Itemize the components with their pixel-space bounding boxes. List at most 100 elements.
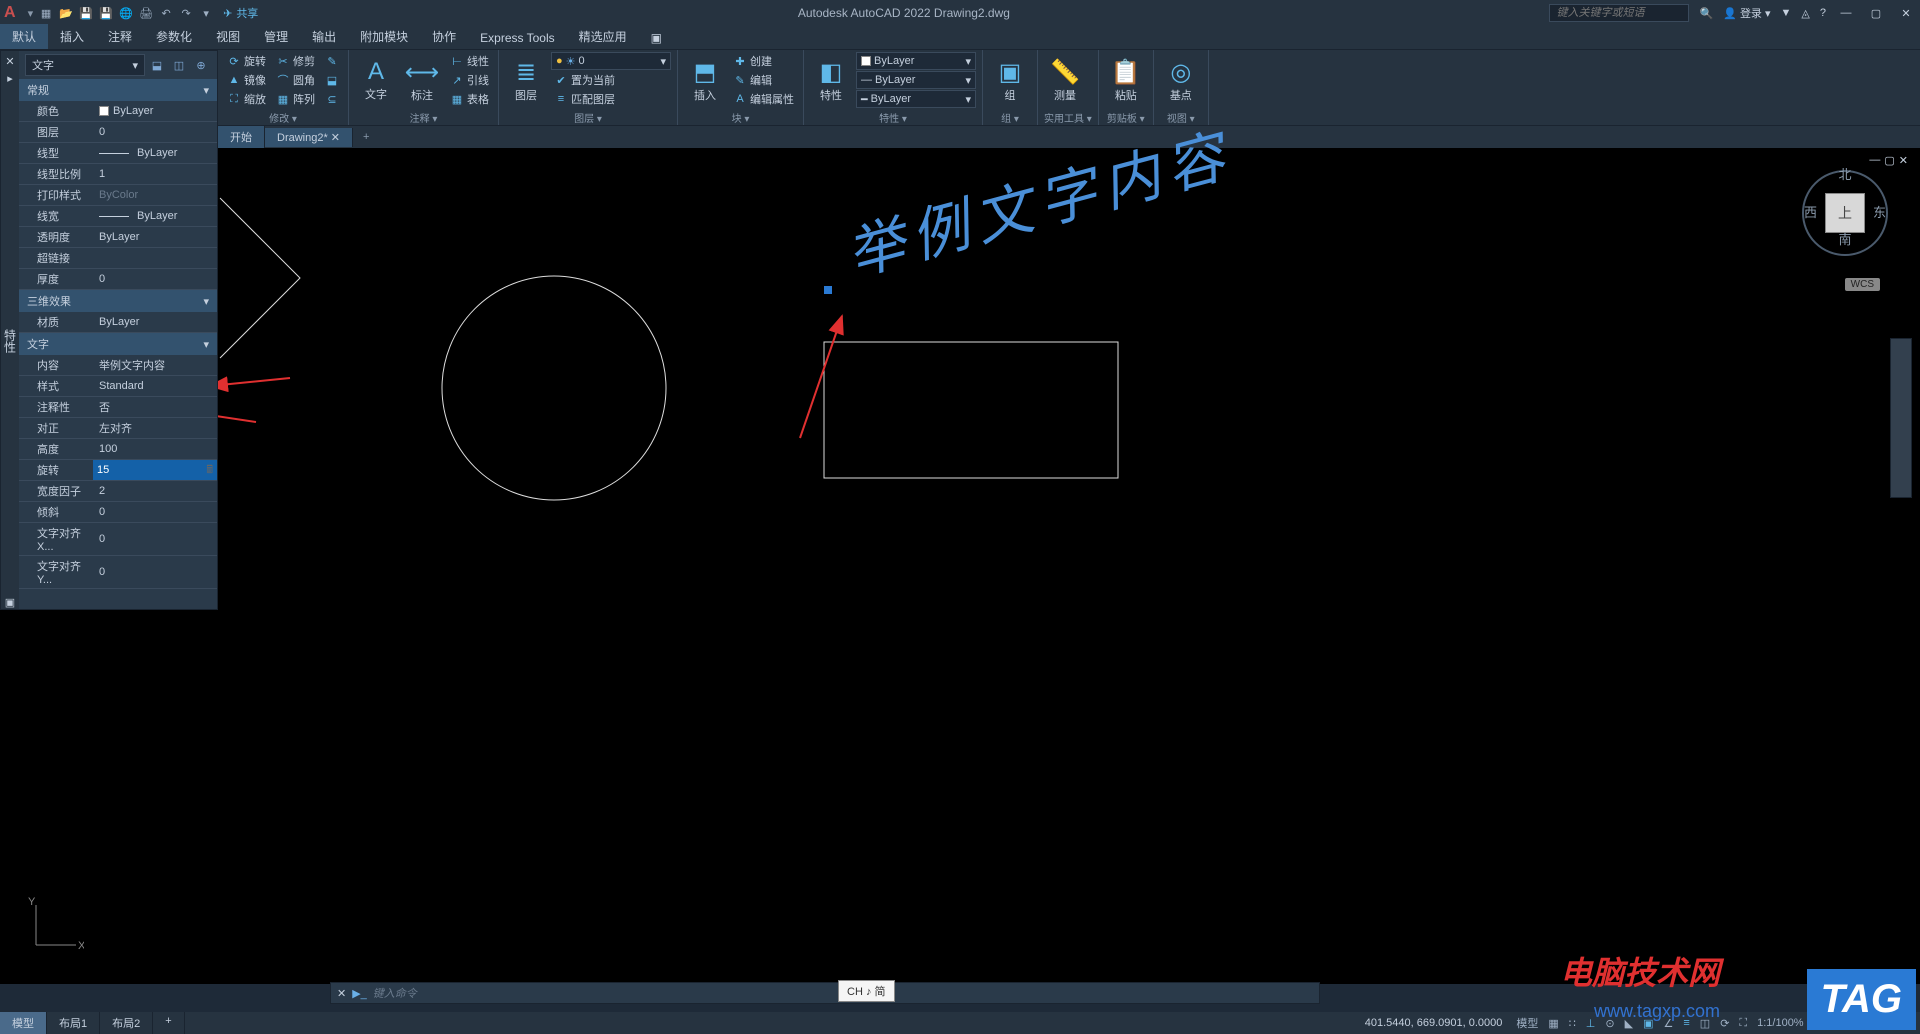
tab-model[interactable]: 模型 (0, 1012, 47, 1034)
autodesk-app-icon[interactable]: ▼ (1781, 7, 1792, 19)
prop-style[interactable]: 样式Standard (19, 376, 217, 397)
prop-contents[interactable]: 内容举例文字内容 (19, 355, 217, 376)
minimize-button[interactable]: — (1836, 3, 1856, 23)
prop-linetype[interactable]: 线型ByLayer (19, 143, 217, 164)
prop-ltscale[interactable]: 线型比例1 (19, 164, 217, 185)
qat-more-icon[interactable]: ▾ (197, 4, 215, 22)
search-input[interactable] (1549, 4, 1689, 22)
layer-dropdown[interactable]: ●☀0▾ (551, 52, 671, 70)
filetab-start[interactable]: 开始 (218, 126, 265, 148)
measure-button[interactable]: 📏测量 (1044, 52, 1086, 108)
lineweight-dropdown[interactable]: ━ByLayer▾ (856, 90, 976, 108)
edit-button[interactable]: ✎ (322, 52, 342, 70)
basepoint-button[interactable]: ◎基点 (1160, 52, 1202, 108)
tab-collab[interactable]: 协作 (420, 24, 468, 49)
prop-justify[interactable]: 对正左对齐 (19, 418, 217, 439)
calculator-icon[interactable]: 🖩 (206, 461, 213, 480)
prop-transparency[interactable]: 透明度ByLayer (19, 227, 217, 248)
table-button[interactable]: ▦表格 (447, 90, 492, 108)
section-text[interactable]: 文字▾ (19, 333, 217, 355)
prop-layer[interactable]: 图层0 (19, 122, 217, 143)
editattr-button[interactable]: A编辑属性 (730, 90, 797, 108)
command-line[interactable]: ✕ ▶_ 键入命令 (330, 982, 1320, 1004)
autodesk-logo-icon[interactable]: ◬ (1801, 7, 1809, 20)
filetab-drawing[interactable]: Drawing2* ✕ (265, 128, 353, 147)
open-icon[interactable]: 📂 (57, 4, 75, 22)
cmdline-chevron-icon[interactable]: ▶_ (352, 987, 367, 1000)
snap-icon[interactable]: ∷ (1565, 1015, 1580, 1032)
selectobj-icon[interactable]: ◫ (169, 55, 189, 75)
scale-button[interactable]: ⛶缩放 (224, 90, 269, 108)
maximize-button[interactable]: ▢ (1866, 3, 1886, 23)
editblock-button[interactable]: ✎编辑 (730, 71, 797, 89)
search-icon[interactable]: 🔍 (1699, 7, 1713, 20)
prop-oblique[interactable]: 倾斜0 (19, 502, 217, 523)
array-button[interactable]: ▦阵列 (273, 90, 318, 108)
prop-lineweight[interactable]: 线宽ByLayer (19, 206, 217, 227)
tab-launcher-icon[interactable]: ▣ (639, 27, 674, 49)
object-type-selector[interactable]: 文字▾ (25, 54, 145, 76)
zoom-readout[interactable]: 1:1/100% (1753, 1015, 1807, 1031)
tab-express[interactable]: Express Tools (468, 27, 566, 49)
prop-thickness[interactable]: 厚度0 (19, 269, 217, 290)
leader-button[interactable]: ↗引线 (447, 71, 492, 89)
explode-button[interactable]: ⬓ (322, 71, 342, 89)
share-button[interactable]: ✈ 共享 (223, 5, 258, 21)
matchlayer-button[interactable]: ≡匹配图层 (551, 90, 671, 108)
plot-icon[interactable]: 🖨 (137, 4, 155, 22)
selection-grip[interactable] (824, 286, 832, 294)
text-button[interactable]: A文字 (355, 52, 397, 108)
prop-hyperlink[interactable]: 超链接 (19, 248, 217, 269)
tab-parametric[interactable]: 参数化 (144, 24, 204, 49)
matchprops-button[interactable]: ◧特性 (810, 52, 852, 108)
prop-alignx[interactable]: 文字对齐 X...0 (19, 523, 217, 556)
pin-palette-icon[interactable]: ▸ (7, 72, 13, 85)
prop-widthfactor[interactable]: 宽度因子2 (19, 481, 217, 502)
undo-icon[interactable]: ↶ (157, 4, 175, 22)
grid-icon[interactable]: ▦ (1544, 1015, 1562, 1032)
drawing-canvas[interactable]: — ▢ ✕ 北 南 西 东 上 WCS 举例文字内容 YX (0, 148, 1920, 984)
modelspace-button[interactable]: 模型 (1512, 1013, 1542, 1033)
tab-view[interactable]: 视图 (204, 24, 252, 49)
insert-button[interactable]: ⬒插入 (684, 52, 726, 108)
setcurrent-button[interactable]: ✔置为当前 (551, 71, 671, 89)
section-3d[interactable]: 三维效果▾ (19, 290, 217, 312)
close-button[interactable]: ✕ (1896, 3, 1916, 23)
tab-layout1[interactable]: 布局1 (47, 1012, 100, 1034)
create-button[interactable]: ✚创建 (730, 52, 797, 70)
color-dropdown[interactable]: ByLayer▾ (856, 52, 976, 70)
linear-button[interactable]: ⊢线性 (447, 52, 492, 70)
prop-plotstyle[interactable]: 打印样式ByColor (19, 185, 217, 206)
prop-rotation[interactable]: 旋转15🖩 (19, 460, 217, 481)
tab-manage[interactable]: 管理 (252, 24, 300, 49)
close-palette-icon[interactable]: ✕ (5, 55, 14, 68)
fillet-button[interactable]: ⌒圆角 (273, 71, 318, 89)
tab-insert[interactable]: 插入 (48, 24, 96, 49)
help-icon[interactable]: ? (1820, 7, 1826, 19)
web-icon[interactable]: 🌐 (117, 4, 135, 22)
rotate-button[interactable]: ⟳旋转 (224, 52, 269, 70)
trim-button[interactable]: ✂修剪 (273, 52, 318, 70)
new-icon[interactable]: ▦ (37, 4, 55, 22)
tab-addins[interactable]: 附加模块 (348, 24, 420, 49)
palette-settings-icon[interactable]: ▣ (5, 596, 15, 609)
paste-button[interactable]: 📋粘贴 (1105, 52, 1147, 108)
prop-annotative[interactable]: 注释性否 (19, 397, 217, 418)
group-button[interactable]: ▣组 (989, 52, 1031, 108)
prop-color[interactable]: 颜色ByLayer (19, 101, 217, 122)
save-icon[interactable]: 💾 (77, 4, 95, 22)
prop-height[interactable]: 高度100 (19, 439, 217, 460)
annoscale-icon[interactable]: ⛶ (1735, 1015, 1751, 1032)
tab-default[interactable]: 默认 (0, 24, 48, 49)
stretch-button[interactable]: ⊆ (322, 90, 342, 108)
prop-material[interactable]: 材质ByLayer (19, 312, 217, 333)
dimension-button[interactable]: ⟷标注 (401, 52, 443, 108)
tab-add-layout[interactable]: + (153, 1012, 184, 1034)
linetype-dropdown[interactable]: —ByLayer▾ (856, 71, 976, 89)
layerprops-button[interactable]: ≣图层 (505, 52, 547, 108)
prop-aligny[interactable]: 文字对齐 Y...0 (19, 556, 217, 589)
login-button[interactable]: 👤 登录 ▾ (1723, 5, 1770, 21)
saveas-icon[interactable]: 💾 (97, 4, 115, 22)
quickselect-icon[interactable]: ⬓ (147, 55, 167, 75)
mirror-button[interactable]: ▲镜像 (224, 71, 269, 89)
